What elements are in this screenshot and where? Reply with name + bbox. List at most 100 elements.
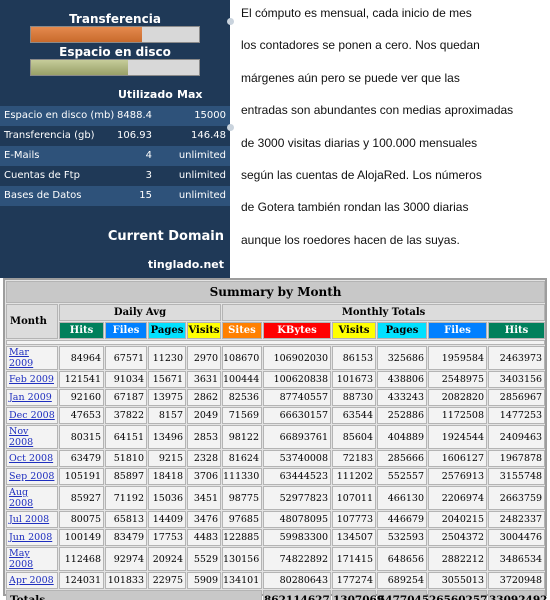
monthly-sites-cell: 130156	[222, 547, 262, 571]
daily-visits-cell: 2853	[187, 425, 221, 449]
table-row: Aug 2008 85927 71192 15036 3451 98775 52977823…	[6, 486, 546, 510]
monthly-kbytes-cell: 74822892	[263, 547, 331, 571]
disk-bar-title: Espacio en disco	[59, 45, 171, 59]
month-link[interactable]: Feb 2009	[9, 374, 54, 385]
paragraph-line: márgenes aún pero se puede ver que las	[241, 70, 460, 85]
daily-pages-cell: 8157	[148, 407, 186, 424]
month-link[interactable]: Nov 2008	[9, 426, 33, 448]
domain-name[interactable]: tinglado.net	[148, 258, 224, 271]
month-cell: Jan 2009	[6, 389, 58, 406]
monthly-kbytes-cell: 48078095	[263, 511, 331, 528]
monthly-hits-cell: 1967878	[488, 450, 546, 467]
daily-pages-header: Pages	[148, 322, 186, 339]
bullet-dot	[227, 124, 234, 131]
column-header-row: Hits Files Pages Visits Sites KBytes Visits Pag…	[6, 322, 546, 339]
month-cell: Jun 2008	[6, 529, 58, 546]
monthly-visits-cell: 107011	[332, 486, 376, 510]
daily-files-cell: 101833	[105, 572, 147, 589]
monthly-pages-cell: 689254	[377, 572, 427, 589]
monthly-files-cell: 1924544	[428, 425, 487, 449]
bullet-dot	[227, 18, 234, 25]
stats-max: unlimited	[178, 150, 226, 161]
monthly-sites-cell: 111330	[222, 468, 262, 485]
daily-visits-cell: 3476	[187, 511, 221, 528]
daily-pages-cell: 22975	[148, 572, 186, 589]
monthly-kbytes-cell: 63444523	[263, 468, 331, 485]
stats-max: 146.48	[191, 130, 226, 141]
daily-files-cell: 91034	[105, 371, 147, 388]
daily-files-cell: 65813	[105, 511, 147, 528]
stats-used: 15	[139, 190, 152, 201]
month-link[interactable]: May 2008	[9, 548, 33, 570]
stats-row: E-Mails 4 unlimited	[0, 146, 230, 166]
daily-files-cell: 83479	[105, 529, 147, 546]
monthly-hits-cell: 3403156	[488, 371, 546, 388]
table-row: Dec 2008 47653 37822 8157 2049 71569 66630157 6…	[6, 407, 546, 424]
monthly-hits-cell: 3004476	[488, 529, 546, 546]
daily-pages-cell: 9215	[148, 450, 186, 467]
monthly-sites-cell: 98775	[222, 486, 262, 510]
monthly-pages-cell: 438806	[377, 371, 427, 388]
monthly-files-cell: 2882212	[428, 547, 487, 571]
monthly-hits-header: Hits	[488, 322, 546, 339]
month-link[interactable]: Apr 2008	[9, 575, 54, 586]
monthly-hits-cell: 3486534	[488, 547, 546, 571]
paragraph-line: aunque los roedores hacen de las suyas.	[241, 232, 460, 247]
transfer-usage-bar	[30, 26, 200, 43]
daily-hits-header: Hits	[59, 322, 104, 339]
daily-pages-cell: 15671	[148, 371, 186, 388]
month-link[interactable]: Oct 2008	[9, 453, 53, 464]
total-visits-cell: 1307069	[332, 590, 384, 600]
stats-used: 8488.4	[117, 110, 152, 121]
daily-visits-cell: 4483	[187, 529, 221, 546]
daily-files-header: Files	[105, 322, 147, 339]
stats-label: E-Mails	[4, 150, 40, 161]
daily-files-cell: 92974	[105, 547, 147, 571]
summary-table-body: Mar 2009 84964 67571 11230 2970 108670 1069020…	[6, 340, 547, 600]
monthly-files-cell: 1959584	[428, 346, 487, 370]
stats-header: Utilizado Max	[0, 87, 230, 105]
monthly-visits-header: Visits	[332, 322, 376, 339]
monthly-kbytes-cell: 52977823	[263, 486, 331, 510]
stats-row: Cuentas de Ftp 3 unlimited	[0, 166, 230, 186]
stats-label: Transferencia (gb)	[4, 130, 95, 141]
monthly-sites-header: Sites	[222, 322, 262, 339]
monthly-visits-cell: 63544	[332, 407, 376, 424]
monthly-hits-cell: 3155748	[488, 468, 546, 485]
monthly-pages-cell: 404889	[377, 425, 427, 449]
monthly-visits-cell: 107773	[332, 511, 376, 528]
monthly-pages-cell: 466130	[377, 486, 427, 510]
table-spacer-cell	[6, 340, 546, 345]
monthly-files-cell: 2206974	[428, 486, 487, 510]
monthly-pages-cell: 285666	[377, 450, 427, 467]
daily-hits-cell: 124031	[59, 572, 104, 589]
month-cell: Sep 2008	[6, 468, 58, 485]
daily-pages-cell: 13496	[148, 425, 186, 449]
month-cell: Feb 2009	[6, 371, 58, 388]
totals-label: Totals	[6, 590, 262, 600]
month-link[interactable]: Jul 2008	[9, 514, 49, 525]
monthly-pages-cell: 532593	[377, 529, 427, 546]
month-cell: Jul 2008	[6, 511, 58, 528]
month-link[interactable]: Aug 2008	[9, 487, 33, 509]
monthly-visits-cell: 101673	[332, 371, 376, 388]
month-cell: Nov 2008	[6, 425, 58, 449]
month-link[interactable]: Sep 2008	[9, 471, 54, 482]
monthly-files-cell: 2548975	[428, 371, 487, 388]
monthly-sites-cell: 97685	[222, 511, 262, 528]
month-link[interactable]: Dec 2008	[9, 410, 55, 421]
monthly-visits-cell: 177274	[332, 572, 376, 589]
disk-usage-fill	[31, 60, 129, 75]
daily-files-cell: 67187	[105, 389, 147, 406]
transfer-usage-fill	[31, 27, 142, 42]
monthly-files-cell: 1172508	[428, 407, 487, 424]
daily-hits-cell: 100149	[59, 529, 104, 546]
table-row: May 2008 112468 92974 20924 5529 130156 748228…	[6, 547, 546, 571]
month-link[interactable]: Mar 2009	[9, 347, 33, 369]
month-link[interactable]: Jan 2009	[9, 392, 52, 403]
monthly-hits-cell: 1477253	[488, 407, 546, 424]
month-link[interactable]: Jun 2008	[9, 532, 52, 543]
stats-max: 15000	[194, 110, 226, 121]
daily-hits-cell: 105191	[59, 468, 104, 485]
daily-hits-cell: 112468	[59, 547, 104, 571]
